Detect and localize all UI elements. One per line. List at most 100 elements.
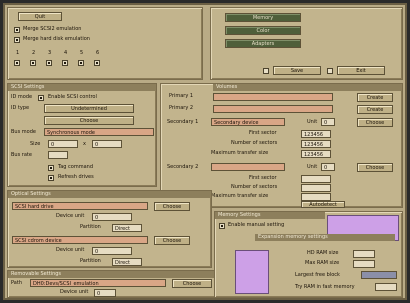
save-check[interactable]: [263, 68, 269, 74]
primary-1-label: Primary 1: [169, 93, 194, 99]
memory-button[interactable]: Memory: [225, 13, 301, 22]
num-sectors-2-field[interactable]: [301, 184, 331, 192]
first-sector-2-field[interactable]: [301, 175, 331, 183]
first-sector-field[interactable]: 123456: [301, 130, 331, 138]
path-label: Path: [11, 280, 22, 286]
bus-rate-label: Bus rate: [11, 152, 32, 158]
hdd-checkbox[interactable]: [14, 37, 20, 43]
choose-button[interactable]: Choose: [44, 116, 134, 125]
memory-title: Memory Settings: [215, 212, 325, 219]
scsi2-label: Merge SCSI2 emulation: [23, 26, 82, 32]
size-field-2[interactable]: 0: [92, 140, 122, 148]
color-button[interactable]: Color: [225, 26, 301, 35]
screen: Quit Merge SCSI2 emulation Merge hard di…: [3, 3, 407, 300]
optical-panel: Optical Settings SCSI hard drive Choose …: [7, 190, 212, 268]
path-field[interactable]: DH0:Devs/SCSI_emulation: [30, 279, 166, 287]
refresh-drives-checkbox[interactable]: [48, 175, 54, 181]
size-sep: x: [83, 141, 86, 147]
first-sector-2-label: First sector: [249, 175, 277, 181]
exit-button[interactable]: Exit: [337, 66, 385, 75]
slot-check-2[interactable]: [30, 60, 36, 66]
manual-setting-label: Enable manual setting: [228, 222, 285, 228]
max-transfer-field[interactable]: 123456: [301, 150, 331, 158]
secondary-2-field[interactable]: [211, 163, 285, 171]
bus-rate-field[interactable]: [48, 151, 68, 159]
size-field[interactable]: 0: [48, 140, 78, 148]
secondary-1-field[interactable]: Secondary device: [211, 118, 285, 126]
slot-check-4[interactable]: [62, 60, 68, 66]
primary-1-field[interactable]: [213, 93, 333, 101]
partition-field[interactable]: Direct: [112, 224, 142, 232]
autodetect-dropdown[interactable]: Autodetect: [301, 201, 345, 208]
hd-ram-field[interactable]: [353, 250, 375, 258]
manual-setting-checkbox[interactable]: [219, 223, 225, 229]
slot-check-6[interactable]: [94, 60, 100, 66]
enable-scsi-checkbox[interactable]: [38, 95, 44, 101]
removable-choose-button[interactable]: Choose: [172, 279, 212, 288]
expansion-title: Expansion memory settings: [255, 234, 395, 241]
slot-check-5[interactable]: [78, 60, 84, 66]
bus-mode-field[interactable]: Synchronous mode: [44, 128, 154, 136]
num-sectors-2-label: Number of sectors: [231, 184, 278, 190]
slot-check-1[interactable]: [14, 60, 20, 66]
primary-2-field[interactable]: [213, 105, 333, 113]
device-unit-label: Device unit: [56, 213, 85, 219]
optical-choose-button-2[interactable]: Choose: [154, 236, 190, 245]
accent-swatch-left: [235, 250, 269, 294]
removable-panel: Removable Settings Path DH0:Devs/SCSI_em…: [7, 270, 229, 298]
hdd-label: Merge hard disk emulation: [23, 36, 90, 42]
removable-title: Removable Settings: [8, 271, 228, 278]
fast-ram-field[interactable]: [375, 283, 397, 291]
device-unit-2-field[interactable]: 0: [92, 247, 132, 255]
create-button[interactable]: Create: [357, 93, 393, 102]
exit-check[interactable]: [327, 68, 333, 74]
tag-command-checkbox[interactable]: [48, 165, 54, 171]
removable-unit-label: Device unit: [60, 289, 89, 295]
unit-2-label: Unit: [307, 164, 318, 170]
unit-field[interactable]: 0: [321, 118, 335, 126]
partition-2-label: Partition: [80, 258, 101, 264]
top-right-panel: Memory Color Adapters Save Exit: [210, 7, 403, 80]
largest-block-field[interactable]: [361, 271, 397, 279]
scsi2-checkbox[interactable]: [14, 27, 20, 33]
refresh-drives-label: Refresh drives: [58, 174, 94, 180]
max-ram-label: Max RAM size: [305, 260, 340, 266]
partition-label: Partition: [80, 224, 101, 230]
partition-2-field[interactable]: Direct: [112, 258, 142, 266]
volumes-title: Volumes: [213, 84, 402, 91]
undetermined-button[interactable]: Undetermined: [44, 104, 134, 113]
unit-2-field[interactable]: 0: [321, 163, 335, 171]
number-6: 6: [96, 50, 100, 56]
save-button[interactable]: Save: [273, 66, 321, 75]
max-ram-field[interactable]: [353, 260, 375, 268]
device-unit-2-label: Device unit: [56, 247, 85, 253]
hd-ram-label: HD RAM size: [307, 250, 339, 256]
fast-ram-label: Try RAM in fast memory: [295, 284, 355, 290]
id-mode-label: ID mode: [11, 94, 33, 100]
create-button-2[interactable]: Create: [357, 105, 393, 114]
device-unit-field[interactable]: 0: [92, 213, 132, 221]
primary-2-label: Primary 2: [169, 105, 194, 111]
num-sectors-field[interactable]: 123456: [301, 140, 331, 148]
optical-title: Optical Settings: [8, 191, 211, 198]
optical-device-1-field[interactable]: SCSI hard drive: [12, 202, 148, 210]
bus-mode-label: Bus mode: [11, 129, 36, 135]
memory-panel: Memory Settings Enable manual setting Ex…: [214, 211, 403, 298]
slot-check-3[interactable]: [46, 60, 52, 66]
first-sector-label: First sector: [249, 130, 277, 136]
top-left-panel: Quit Merge SCSI2 emulation Merge hard di…: [7, 7, 203, 80]
quit-button[interactable]: Quit: [18, 12, 62, 21]
adapters-button[interactable]: Adapters: [225, 39, 301, 48]
optical-device-2-field[interactable]: SCSI cdrom device: [12, 236, 148, 244]
removable-unit-field[interactable]: 0: [94, 289, 116, 297]
choose-button-vol[interactable]: Choose: [357, 118, 393, 127]
choose-button-vol-2[interactable]: Choose: [357, 163, 393, 172]
optical-choose-button[interactable]: Choose: [154, 202, 190, 211]
scsi-title: SCSI Settings: [8, 84, 156, 91]
max-transfer-2-label: Maximum transfer size: [211, 193, 269, 199]
secondary-2-label: Secondary 2: [167, 164, 199, 170]
number-3: 3: [48, 50, 52, 56]
max-transfer-2-field[interactable]: [301, 193, 331, 201]
scsi-panel: SCSI Settings ID mode Enable SCSI contro…: [7, 83, 157, 187]
num-sectors-label: Number of sectors: [231, 140, 278, 146]
